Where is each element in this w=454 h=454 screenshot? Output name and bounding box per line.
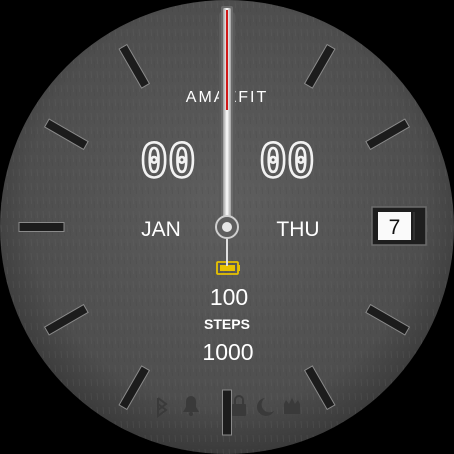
center-cap [215,215,239,239]
watch-face-svg: AMAZFIT 00 00 JAN THU 7 100 STEPS 1000 [0,0,454,454]
steps-label: STEPS [204,316,250,332]
watch-face[interactable]: AMAZFIT 00 00 JAN THU 7 100 STEPS 1000 [0,0,454,454]
month-label: JAN [141,218,181,241]
minutes-display: 00 [259,134,314,188]
hours-display: 00 [140,134,195,188]
hour-marker [18,222,65,232]
battery-value: 100 [210,284,248,310]
weekday-label: THU [276,218,319,241]
day-number: 7 [389,216,401,239]
hour-marker [222,389,232,436]
date-window: 7 [371,206,427,246]
steps-value: 1000 [202,339,253,365]
